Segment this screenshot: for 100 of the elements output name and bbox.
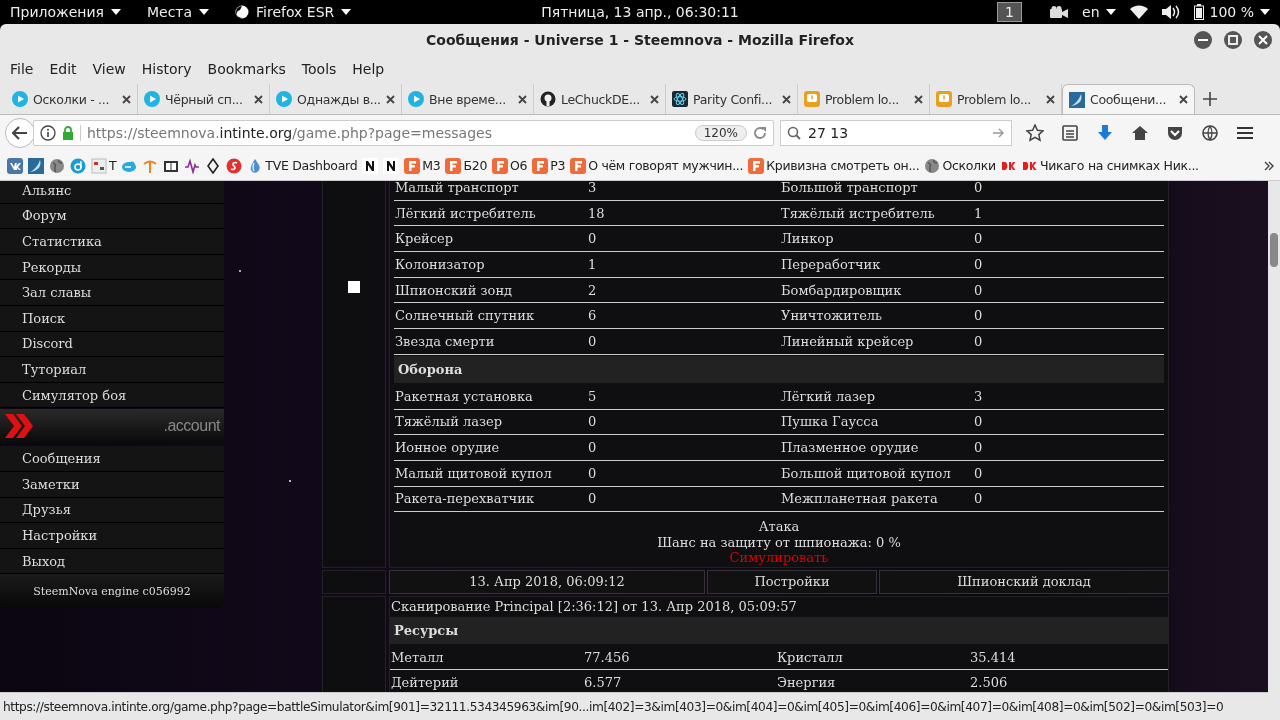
table-cell-text: Шпионский зонд [394,282,514,298]
workspace-indicator[interactable]: 1 [997,2,1022,22]
scrollbar-thumb[interactable] [1270,233,1278,267]
back-button[interactable] [5,118,35,148]
sidebar-item[interactable]: Туториал [0,357,224,383]
sidebar-item[interactable]: Зал славы [0,280,224,306]
browser-tab[interactable]: Вне време... [402,84,534,114]
list-icon[interactable] [1061,124,1079,142]
bookmark[interactable]: М3 [403,157,442,174]
browser-tab[interactable]: Problem lo... [930,84,1062,114]
sidebar-item[interactable]: Discord [0,331,224,358]
top-menu[interactable]: Firefox ESR [235,4,352,20]
close-icon[interactable] [1179,95,1188,104]
globe-icon[interactable] [1201,124,1219,142]
back-arrow-icon [12,126,28,140]
sidebar-item[interactable]: Рекорды [0,254,224,281]
close-icon[interactable] [386,94,395,104]
home-icon[interactable] [1131,124,1149,142]
n-icon [362,157,379,174]
menu-item[interactable]: View [84,61,134,77]
browser-tab[interactable]: Осколки - ... [6,84,138,114]
bookmark[interactable]: T [90,157,118,174]
table-cell-text: Линкор [780,231,835,247]
table-cell-text: 0 [973,308,984,324]
close-icon[interactable] [518,94,527,104]
close-icon[interactable] [122,94,131,104]
sidebar-item[interactable]: Альянс [0,181,224,204]
close-icon[interactable] [1046,94,1055,104]
menu-item[interactable]: Edit [41,61,85,77]
bookmark[interactable]: Осколки [923,157,997,174]
download-icon[interactable] [1096,124,1114,142]
bookmark[interactable] [48,157,66,174]
sidebar-item[interactable]: Сообщения [0,446,224,472]
bookmark[interactable]: Кривизна смотреть он... [747,157,921,174]
simulate-link[interactable]: Симулировать [729,550,829,566]
table-cell-text: 0 [587,491,598,507]
search-field[interactable]: 27 13 [780,120,1012,146]
menu-item[interactable]: History [133,61,200,77]
keyboard-layout[interactable]: en [1082,4,1116,20]
message-checkbox[interactable] [348,281,360,293]
menu-item[interactable]: Tools [293,61,345,77]
browser-tab[interactable]: Problem lo... [798,84,930,114]
address-bar[interactable]: https://steemnova.intinte.org/game.php?page=messages 120% [33,120,774,146]
circle-icon [70,157,86,174]
f-icon [532,157,549,174]
atom-icon [672,91,688,107]
sidebar-item[interactable]: Выход [0,548,224,575]
wifi-icon [1129,5,1148,19]
close-icon[interactable] [650,94,659,104]
close-icon[interactable] [914,94,923,104]
browser-tab[interactable]: Сообщени... [1062,84,1195,114]
menu-icon[interactable] [1236,124,1254,142]
top-menu[interactable]: Приложения [10,4,121,20]
table-cell-text: 18 [587,205,606,221]
sidebar-item[interactable]: Заметки [0,471,224,498]
close-icon[interactable] [1254,31,1272,49]
table-cell-text: Лёгкий лазер [780,388,877,404]
section-heading: Ресурсы [390,616,1168,644]
browser-tab[interactable]: Parity Confi... [666,84,798,114]
close-icon[interactable] [782,94,791,104]
browser-tab[interactable]: Однажды в... [270,84,402,114]
maximize-icon[interactable] [1224,31,1242,49]
sidebar-item[interactable]: Настройки [0,523,224,549]
bookmark[interactable]: О6 [491,157,529,174]
go-arrow-icon[interactable] [993,128,1005,138]
top-menu[interactable]: Места [146,4,210,20]
bookmark[interactable] [183,157,202,174]
table-cell-text: Переработчик [780,256,882,272]
bookmark[interactable]: Чикаго на снимках Ник... [1020,157,1200,174]
bookmark[interactable] [361,157,380,174]
pocket-icon[interactable] [1166,124,1184,142]
menu-item[interactable]: File [2,61,42,77]
info-icon [40,125,56,141]
menu-item[interactable]: Help [344,61,393,77]
table-cell-text: Пушка Гаусса [780,414,880,430]
bookmark[interactable]: О чём говорят мужчин... [569,157,745,174]
table-cell-text: 0 [973,181,984,195]
table-cell-text: 0 [587,414,598,430]
close-icon[interactable] [254,94,263,104]
menu-item[interactable]: Bookmarks [199,61,294,77]
browser-tab[interactable]: LeChuckDE... [534,84,666,114]
diamond-icon [205,157,222,174]
bookmark[interactable]: Р3 [531,157,567,174]
zoom-level[interactable]: 120% [694,125,747,141]
sidebar-item[interactable]: Симулятор боя [0,382,224,409]
minimize-icon[interactable] [1194,31,1212,49]
bookmark[interactable]: TVE Dashboard [246,157,359,174]
sidebar-item[interactable]: Форум [0,203,224,230]
browser-tab[interactable]: Чёрный сп... [138,84,270,114]
chevrons-icon[interactable] [1264,160,1274,171]
reload-icon[interactable] [753,126,767,140]
sidebar-item[interactable]: Статистика [0,229,224,255]
bookmark[interactable] [382,157,401,174]
sidebar-item[interactable]: Поиск [0,305,224,332]
play-icon [144,91,160,107]
plus-icon[interactable] [1203,92,1217,106]
table-cell-text: 0 [973,333,984,349]
sidebar-item[interactable]: Друзья [0,497,224,524]
bookmark[interactable]: Б20 [444,157,489,174]
star-icon[interactable] [1026,124,1044,142]
